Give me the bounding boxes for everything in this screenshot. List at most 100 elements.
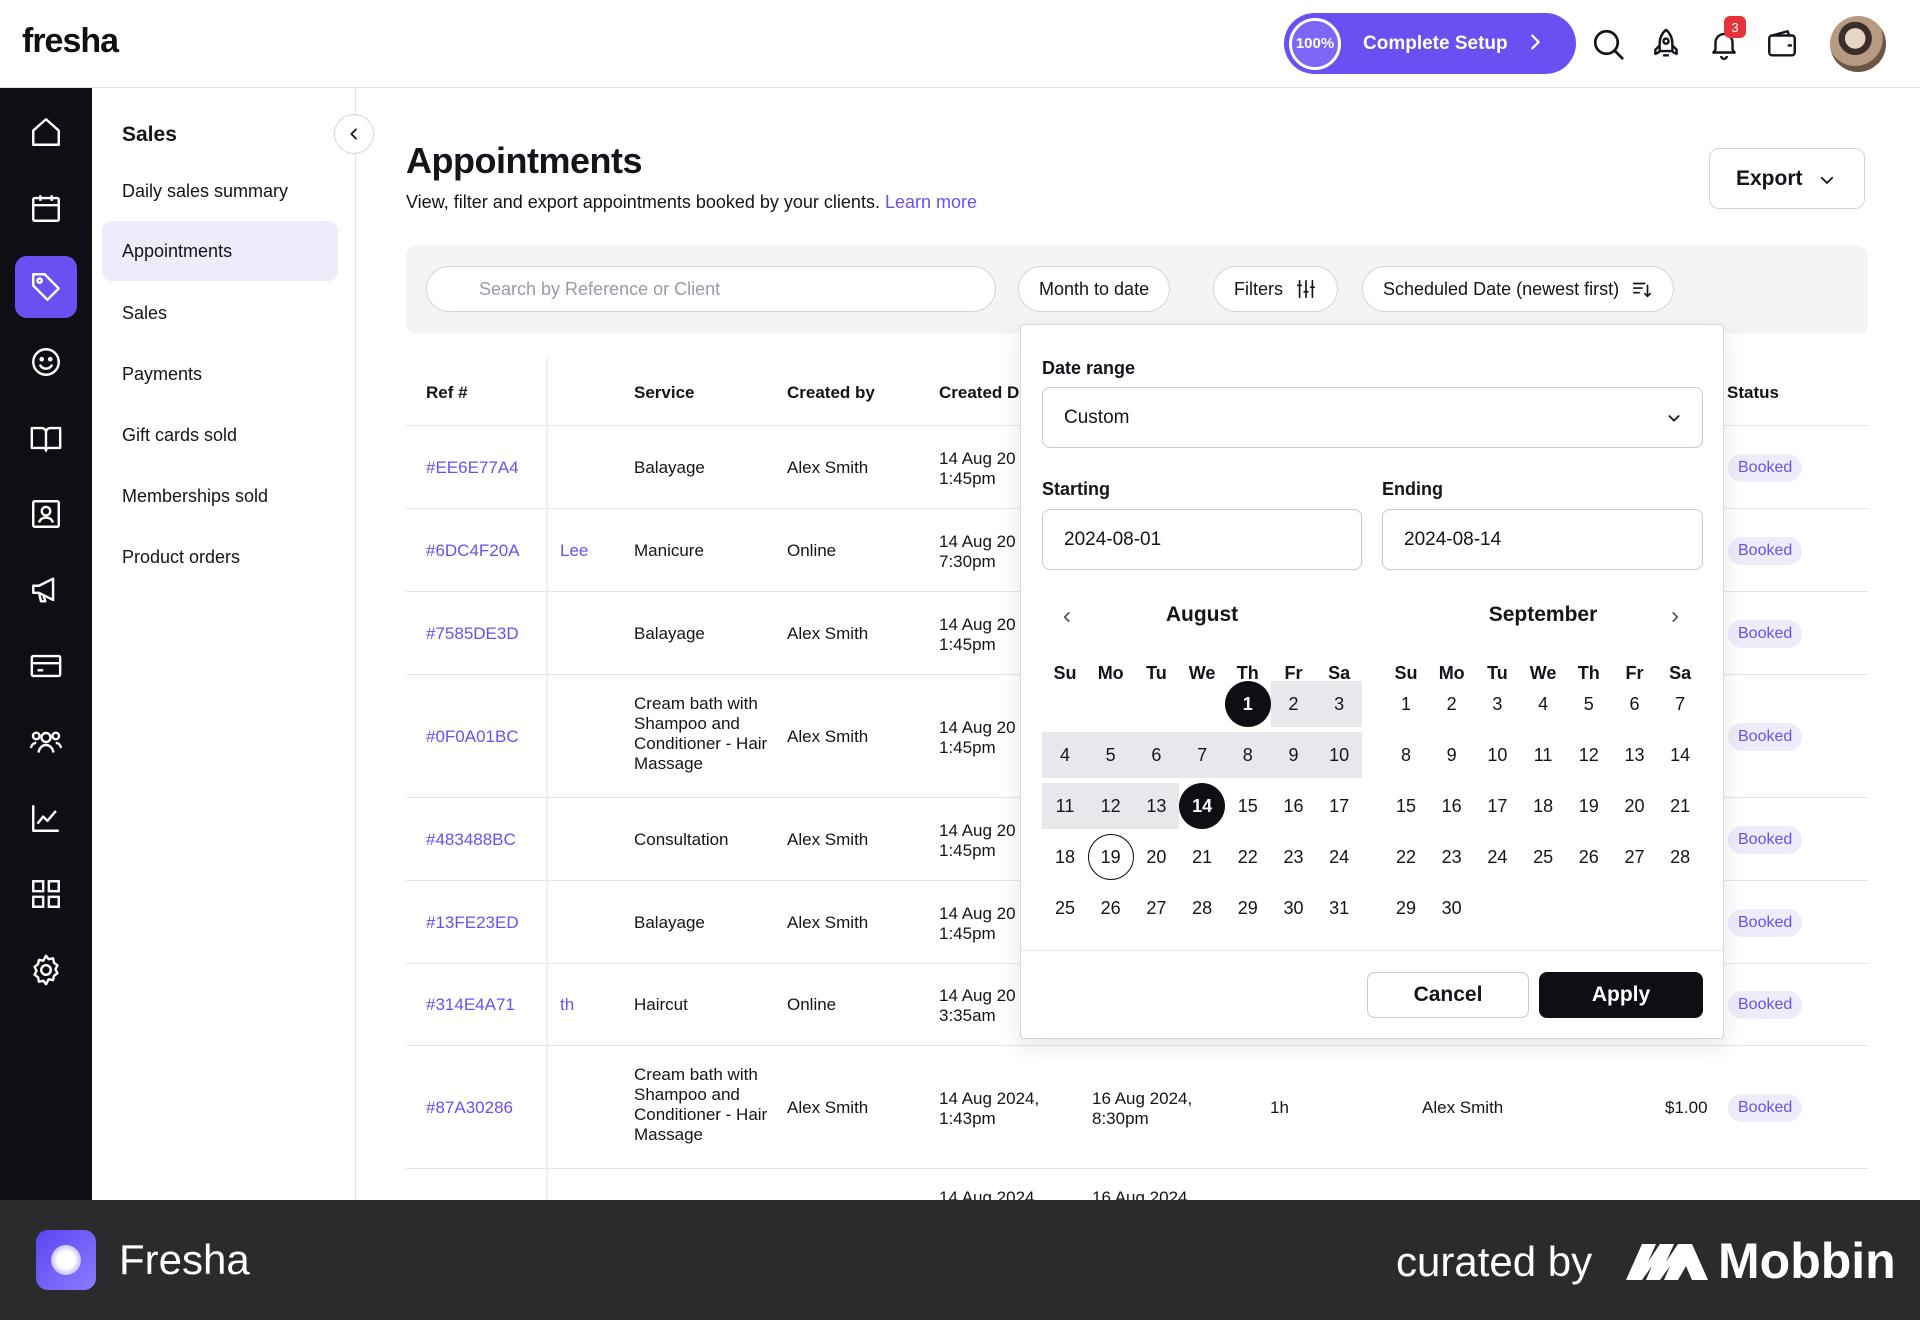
column-header-created-by[interactable]: Created by bbox=[787, 383, 875, 403]
calendar-day[interactable]: 29 bbox=[1383, 885, 1429, 931]
nav-staff[interactable] bbox=[15, 711, 77, 773]
column-header-service[interactable]: Service bbox=[634, 383, 695, 403]
calendar-day[interactable]: 11 bbox=[1042, 783, 1088, 829]
calendar-day[interactable]: 8 bbox=[1383, 732, 1429, 778]
calendar-day[interactable]: 31 bbox=[1316, 885, 1362, 931]
calendar-day[interactable]: 30 bbox=[1271, 885, 1317, 931]
calendar-day[interactable]: 27 bbox=[1133, 885, 1179, 931]
search-input[interactable]: Search by Reference or Client bbox=[426, 266, 996, 312]
nav-calendar[interactable] bbox=[15, 177, 77, 239]
calendar-day[interactable]: 3 bbox=[1316, 681, 1363, 727]
calendar-day[interactable]: 5 bbox=[1087, 732, 1134, 778]
calendar-day[interactable]: 23 bbox=[1429, 834, 1475, 880]
calendar-day[interactable]: 17 bbox=[1316, 783, 1362, 829]
calendar-day[interactable]: 9 bbox=[1270, 732, 1317, 778]
calendar-day[interactable]: 16 bbox=[1429, 783, 1475, 829]
calendar-day[interactable]: 9 bbox=[1429, 732, 1475, 778]
learn-more-link[interactable]: Learn more bbox=[885, 192, 977, 212]
search-icon[interactable] bbox=[1588, 24, 1628, 64]
filters-button[interactable]: Filters bbox=[1213, 266, 1338, 312]
calendar-day[interactable]: 25 bbox=[1042, 885, 1088, 931]
apply-button[interactable]: Apply bbox=[1539, 972, 1703, 1018]
calendar-day[interactable]: 7 bbox=[1179, 732, 1226, 778]
column-header-created-date[interactable]: Created D bbox=[939, 383, 1019, 403]
calendar-day[interactable]: 19 bbox=[1566, 783, 1612, 829]
nav-team[interactable] bbox=[15, 483, 77, 545]
calendar-day[interactable]: 30 bbox=[1429, 885, 1475, 931]
calendar-day[interactable]: 2 bbox=[1270, 681, 1317, 727]
calendar-day[interactable]: 29 bbox=[1225, 885, 1271, 931]
rocket-icon[interactable] bbox=[1646, 24, 1686, 64]
cancel-button[interactable]: Cancel bbox=[1367, 972, 1529, 1018]
calendar-day[interactable]: 10 bbox=[1316, 732, 1363, 778]
calendar-day[interactable]: 14 bbox=[1179, 783, 1226, 829]
subnav-item-appointments[interactable]: Appointments bbox=[102, 221, 338, 281]
calendar-day[interactable]: 6 bbox=[1612, 681, 1658, 727]
calendar-day[interactable]: 3 bbox=[1474, 681, 1520, 727]
calendar-day[interactable]: 1 bbox=[1383, 681, 1429, 727]
calendar-day[interactable]: 1 bbox=[1224, 681, 1271, 727]
nav-catalog[interactable] bbox=[15, 407, 77, 469]
calendar-day[interactable]: 20 bbox=[1133, 834, 1179, 880]
subnav-item-sales[interactable]: Sales bbox=[102, 283, 338, 343]
row-ref[interactable]: #6DC4F20A bbox=[426, 541, 520, 561]
calendar-day[interactable]: 26 bbox=[1566, 834, 1612, 880]
calendar-day[interactable]: 18 bbox=[1042, 834, 1088, 880]
calendar-day[interactable]: 17 bbox=[1474, 783, 1520, 829]
calendar-day[interactable]: 4 bbox=[1042, 732, 1088, 778]
calendar-day[interactable]: 15 bbox=[1383, 783, 1429, 829]
period-selector[interactable]: Month to date bbox=[1018, 266, 1171, 312]
next-month-button[interactable] bbox=[1663, 605, 1687, 629]
calendar-day[interactable]: 21 bbox=[1657, 783, 1703, 829]
column-header-status[interactable]: Status bbox=[1727, 383, 1779, 403]
sort-selector[interactable]: Scheduled Date (newest first) bbox=[1362, 266, 1675, 312]
user-avatar[interactable] bbox=[1830, 16, 1886, 72]
subnav-item-payments[interactable]: Payments bbox=[102, 344, 338, 404]
calendar-day[interactable]: 7 bbox=[1657, 681, 1703, 727]
nav-clients[interactable] bbox=[15, 331, 77, 393]
calendar-day[interactable]: 10 bbox=[1474, 732, 1520, 778]
bell-icon[interactable]: 3 bbox=[1704, 16, 1746, 64]
calendar-day[interactable]: 22 bbox=[1225, 834, 1271, 880]
row-ref[interactable]: #0F0A01BC bbox=[426, 727, 519, 747]
calendar-day[interactable]: 19 bbox=[1087, 834, 1134, 880]
calendar-day[interactable]: 20 bbox=[1612, 783, 1658, 829]
row-ref[interactable]: #7585DE3D bbox=[426, 624, 519, 644]
row-ref[interactable]: #87A30286 bbox=[426, 1098, 513, 1118]
calendar-day[interactable]: 8 bbox=[1224, 732, 1271, 778]
nav-marketing[interactable] bbox=[15, 559, 77, 621]
ending-date-input[interactable]: 2024-08-14 bbox=[1382, 509, 1703, 570]
calendar-day[interactable]: 2 bbox=[1429, 681, 1475, 727]
previous-month-button[interactable] bbox=[1055, 605, 1079, 629]
calendar-day[interactable]: 25 bbox=[1520, 834, 1566, 880]
nav-add-ons[interactable] bbox=[15, 863, 77, 925]
export-button[interactable]: Export bbox=[1709, 148, 1865, 209]
row-ref[interactable]: #483488BC bbox=[426, 830, 516, 850]
calendar-day[interactable]: 11 bbox=[1520, 732, 1566, 778]
calendar-day[interactable]: 15 bbox=[1225, 783, 1271, 829]
calendar-day[interactable]: 22 bbox=[1383, 834, 1429, 880]
row-ref[interactable]: #EE6E77A4 bbox=[426, 458, 519, 478]
subnav-item-daily-sales-summary[interactable]: Daily sales summary bbox=[102, 161, 338, 221]
calendar-day[interactable]: 5 bbox=[1566, 681, 1612, 727]
nav-settings[interactable] bbox=[15, 939, 77, 1001]
nav-payments[interactable] bbox=[15, 635, 77, 697]
column-header-ref[interactable]: Ref # bbox=[426, 383, 468, 403]
calendar-day[interactable]: 24 bbox=[1316, 834, 1362, 880]
nav-home[interactable] bbox=[15, 101, 77, 163]
calendar-day[interactable]: 28 bbox=[1179, 885, 1225, 931]
row-ref[interactable]: #314E4A71 bbox=[426, 995, 515, 1015]
calendar-day[interactable]: 26 bbox=[1088, 885, 1134, 931]
complete-setup-button[interactable]: 100% Complete Setup bbox=[1284, 13, 1576, 74]
calendar-day[interactable]: 14 bbox=[1657, 732, 1703, 778]
date-range-select[interactable]: Custom bbox=[1042, 387, 1703, 448]
calendar-day[interactable]: 16 bbox=[1271, 783, 1317, 829]
calendar-day[interactable]: 12 bbox=[1087, 783, 1134, 829]
row-client[interactable]: th bbox=[560, 995, 574, 1015]
subnav-item-memberships-sold[interactable]: Memberships sold bbox=[102, 466, 338, 526]
calendar-day[interactable]: 23 bbox=[1271, 834, 1317, 880]
calendar-day[interactable]: 24 bbox=[1474, 834, 1520, 880]
calendar-day[interactable]: 12 bbox=[1566, 732, 1612, 778]
calendar-day[interactable]: 6 bbox=[1133, 732, 1180, 778]
calendar-day[interactable]: 18 bbox=[1520, 783, 1566, 829]
